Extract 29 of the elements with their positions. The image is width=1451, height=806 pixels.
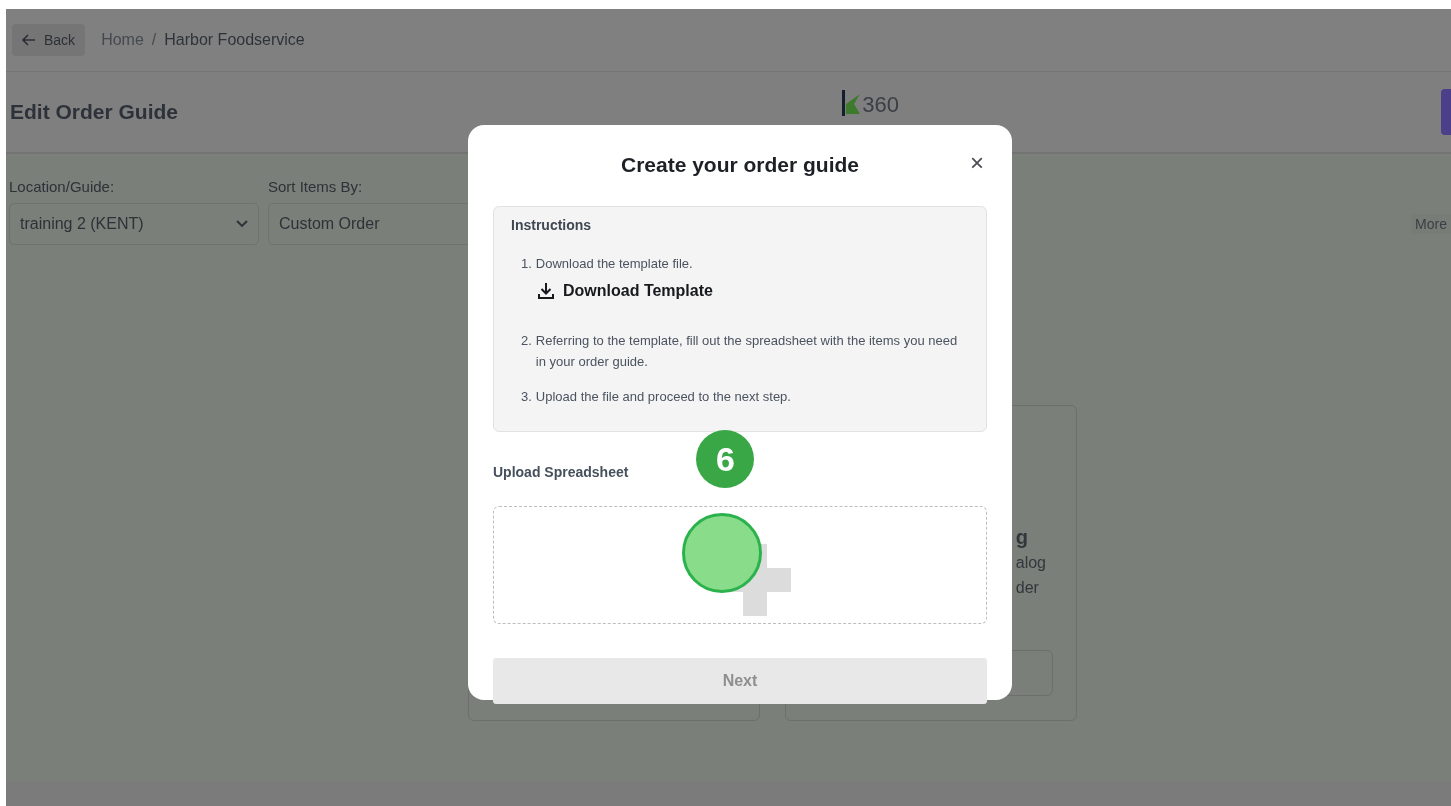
card-text: der <box>1015 578 1040 598</box>
header-button[interactable] <box>1441 89 1451 135</box>
step-text: Upload the file and proceed to the next step. <box>535 388 791 406</box>
step-text: Referring to the template, fill out the spreadsheet with the items you need in your order guide. <box>535 332 959 371</box>
step-text: Download the template file. <box>535 255 693 273</box>
arrow-left-icon <box>22 34 36 46</box>
select-field[interactable]: training 2 (KENT) <box>9 203 259 245</box>
upload-label: Upload Spreadsheet <box>493 464 629 480</box>
breadcrumb-link[interactable]: Harbor Foodservice <box>164 31 305 49</box>
breadcrumb-separator: / <box>151 31 157 49</box>
breadcrumb-link[interactable]: Home <box>101 31 144 49</box>
step-number: 3. <box>521 388 532 406</box>
modal-title: Create your order guide <box>620 153 860 178</box>
upload-dropzone[interactable] <box>493 506 987 624</box>
step-badge: 6 <box>696 430 755 488</box>
page-title: Edit Order Guide <box>10 100 179 124</box>
step-number: 1. <box>521 255 532 273</box>
back-button[interactable]: Back <box>12 24 86 56</box>
download-icon <box>537 282 555 300</box>
close-button[interactable]: × <box>967 151 987 175</box>
download-template-link[interactable]: Download Template <box>537 282 713 300</box>
logo-mark-icon <box>840 90 863 116</box>
card-text: alog <box>1015 553 1046 573</box>
chevron-down-icon <box>236 220 248 228</box>
card-heading: g <box>1015 525 1029 550</box>
field-label: Sort Items By: <box>268 178 364 195</box>
logo: 360 <box>840 90 899 116</box>
field-label: Location/Guide: <box>9 178 116 195</box>
step-number: 2. <box>521 332 532 350</box>
